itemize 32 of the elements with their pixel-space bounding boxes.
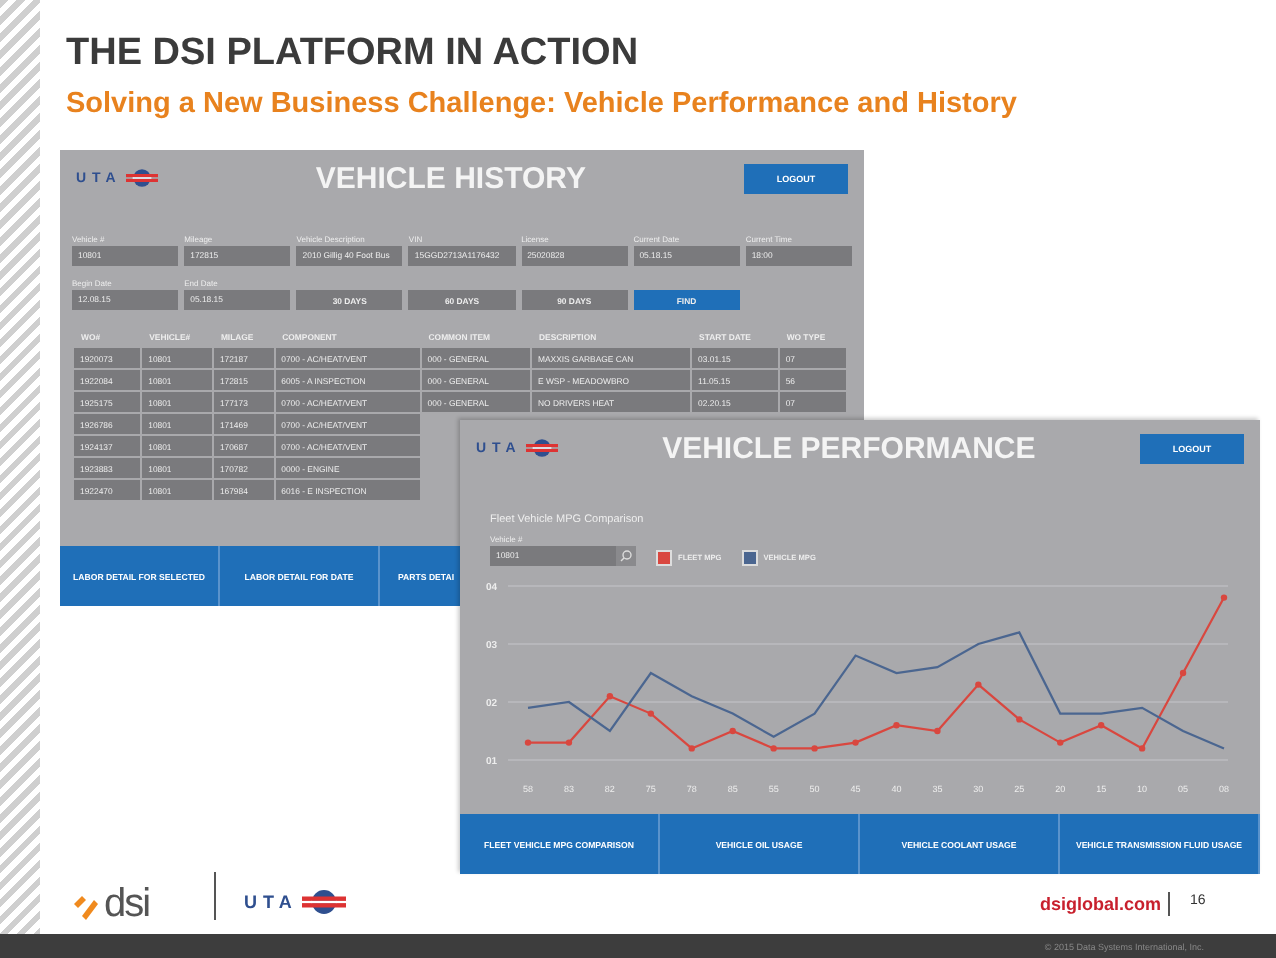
logo-text: dsi	[104, 882, 150, 928]
data-point	[565, 739, 573, 746]
search-icon[interactable]	[616, 546, 636, 566]
data-point	[1057, 739, 1064, 746]
website-link[interactable]: dsiglobal.com	[1040, 894, 1162, 914]
data-point	[729, 727, 736, 735]
checkbox[interactable]	[656, 550, 672, 566]
data-point	[975, 681, 982, 688]
window-title: VEHICLE HISTORY	[313, 161, 588, 195]
data-point	[647, 710, 654, 717]
slash-logo-icon	[72, 891, 100, 919]
data-point	[688, 745, 695, 752]
data-point	[934, 727, 941, 735]
checkbox[interactable]	[741, 550, 758, 566]
data-point	[1220, 594, 1228, 601]
data-point	[852, 739, 859, 746]
window-title: VEHICLE PERFORMANCE	[660, 431, 1038, 465]
data-point	[524, 739, 532, 746]
slide-title: THE DSI PLATFORM IN ACTION	[66, 32, 639, 76]
data-point	[606, 693, 614, 700]
bus-logo-icon	[125, 168, 158, 188]
data-point	[1138, 745, 1146, 752]
data-point	[1016, 716, 1023, 723]
bus-logo-icon	[301, 888, 346, 916]
data-point	[893, 722, 900, 729]
data-point	[1098, 722, 1105, 729]
bus-logo-icon	[525, 438, 558, 458]
data-point	[811, 745, 818, 752]
data-point	[770, 745, 777, 752]
logo-text: UTA	[244, 892, 298, 912]
slide-subtitle: Solving a New Business Challenge: Vehicle Performance and History	[66, 88, 1017, 120]
data-point	[1179, 669, 1187, 677]
